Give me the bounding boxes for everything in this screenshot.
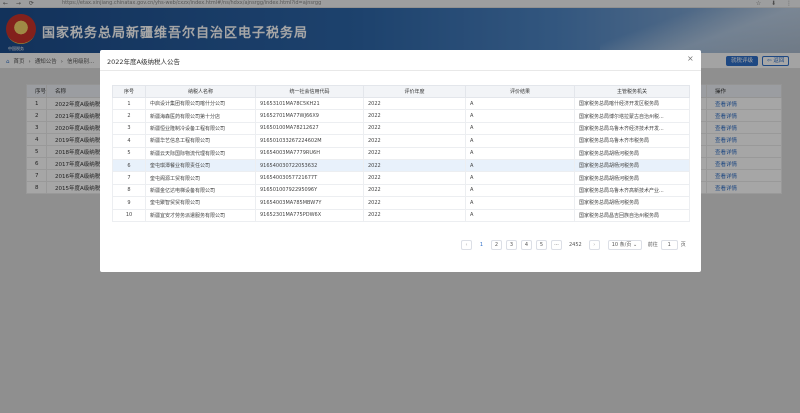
cell-index: 10	[112, 208, 146, 222]
cell-credit-code: 91652701MA77WJ66X9	[255, 109, 364, 123]
col-header-taxpayer-name: 纳税人名称	[145, 85, 256, 98]
col-header-result: 评价结果	[465, 85, 575, 98]
cell-result: A	[465, 171, 575, 185]
next-page-button[interactable]: ›	[588, 239, 600, 250]
cell-authority: 国家税务总局乌鲁木齐市税务局	[574, 134, 690, 148]
cell-credit-code: 91654003MA7779RU6H	[255, 146, 364, 160]
cell-taxpayer-name: 中启设计集团有限公司喀什分公司	[145, 96, 256, 111]
page-size-select[interactable]: 10 条/页 ⌄	[607, 239, 642, 250]
cell-authority: 国家税务总局胡杨河税务局	[574, 196, 690, 210]
cell-credit-code: 91654003057721677T	[255, 171, 364, 185]
cell-result: A	[465, 109, 575, 123]
col-header-year: 评价年度	[363, 85, 466, 98]
cell-year: 2022	[363, 208, 466, 222]
cell-year: 2022	[363, 134, 466, 148]
cell-result: A	[465, 134, 575, 148]
cell-year: 2022	[363, 109, 466, 123]
cell-authority: 国家税务总局乌鲁木齐高新技术产业...	[574, 183, 690, 198]
page-button-5[interactable]: 5	[536, 239, 547, 250]
cell-index: 6	[112, 158, 146, 173]
cell-index: 8	[112, 183, 146, 198]
cell-year: 2022	[363, 121, 466, 136]
table-row[interactable]: 3 新疆恒业隆制冷设备工程有限公司 91650100MA78212627 2022 A 国…	[112, 121, 690, 136]
cell-result: A	[465, 146, 575, 160]
table-row[interactable]: 4 新疆华艺信息工程有限公司 916501033267224602M 2022 A 国家税…	[112, 134, 690, 148]
cell-year: 2022	[363, 196, 466, 210]
page-button-1[interactable]: 1	[476, 239, 487, 250]
cell-taxpayer-name: 新疆宜安才劳务派遣服务有限公司	[145, 208, 256, 222]
col-header-credit-code: 统一社会信用代码	[255, 85, 364, 98]
cell-taxpayer-name: 奎屯琪潭餐业有限责任公司	[145, 158, 256, 173]
table-row[interactable]: 10 新疆宜安才劳务派遣服务有限公司 91652301MA775PDW6X 2022 A…	[112, 208, 690, 222]
announcement-modal: 2022年度A级纳税人公告 × 序号 纳税人名称 统一社会信用代码 评价年度 评…	[100, 50, 701, 272]
cell-authority: 国家税务总局胡杨河税务局	[574, 146, 690, 160]
cell-year: 2022	[363, 158, 466, 173]
table-row[interactable]: 2 新疆海森医药有限公司第十分店 91652701MA77WJ66X9 2022 A 国家…	[112, 109, 690, 123]
table-row[interactable]: 5 新疆云天际国际物流代理有限公司 91654003MA7779RU6H 2022 A 国…	[112, 146, 690, 160]
cell-year: 2022	[363, 183, 466, 198]
cell-credit-code: 916501033267224602M	[255, 134, 364, 148]
cell-result: A	[465, 208, 575, 222]
cell-authority: 国家税务总局博尔塔拉蒙古自治州税...	[574, 109, 690, 123]
cell-year: 2022	[363, 96, 466, 111]
more-pages-button[interactable]: ···	[551, 239, 562, 250]
cell-taxpayer-name: 奎屯阁源工贸有限公司	[145, 171, 256, 185]
cell-authority: 国家税务总局昌吉回族自治州税务局	[574, 208, 690, 222]
page-button-2[interactable]: 2	[491, 239, 502, 250]
col-header-index: 序号	[112, 85, 146, 98]
close-icon[interactable]: ×	[687, 55, 694, 63]
col-header-authority: 主管税务机关	[574, 85, 690, 98]
table-row[interactable]: 7 奎屯阁源工贸有限公司 91654003057721677T 2022 A 国家税务总局…	[112, 171, 690, 185]
table-row[interactable]: 6 奎屯琪潭餐业有限责任公司 916540030722053632 2022 A 国家税务…	[112, 158, 690, 173]
page-jump-input[interactable]: 1	[660, 239, 678, 250]
cell-result: A	[465, 158, 575, 173]
cell-result: A	[465, 121, 575, 136]
cell-taxpayer-name: 奎屯聚智贸贸有限公司	[145, 196, 256, 210]
cell-year: 2022	[363, 146, 466, 160]
cell-credit-code: 916540030722053632	[255, 158, 364, 173]
table-row[interactable]: 9 奎屯聚智贸贸有限公司 91654003MA785MBW7Y 2022 A 国家税务总局…	[112, 196, 690, 210]
jump-label: 前往	[647, 242, 658, 248]
page-button-last[interactable]: 2452	[566, 239, 585, 250]
cell-taxpayer-name: 新疆华艺信息工程有限公司	[145, 134, 256, 148]
cell-taxpayer-name: 新疆云天际国际物流代理有限公司	[145, 146, 256, 160]
cell-result: A	[465, 183, 575, 198]
cell-authority: 国家税务总局乌鲁木齐经济技术开发...	[574, 121, 690, 136]
cell-taxpayer-name: 新疆金亿达电梯设备有限公司	[145, 183, 256, 198]
cell-taxpayer-name: 新疆海森医药有限公司第十分店	[145, 109, 256, 123]
cell-index: 5	[112, 146, 146, 160]
table-row[interactable]: 8 新疆金亿达电梯设备有限公司 91650100792295096Y 2022 A 国家税…	[112, 183, 690, 198]
modal-title: 2022年度A级纳税人公告	[107, 58, 180, 66]
cell-index: 4	[112, 134, 146, 148]
page-button-3[interactable]: 3	[506, 239, 517, 250]
table-row[interactable]: 1 中启设计集团有限公司喀什分公司 91653101MA78C5KH21 2022 A 国…	[112, 96, 690, 111]
jump-suffix: 页	[680, 242, 686, 248]
cell-credit-code: 91650100792295096Y	[255, 183, 364, 198]
taxpayer-table: 序号 纳税人名称 统一社会信用代码 评价年度 评价结果 主管税务机关 1 中启设计…	[112, 85, 690, 222]
cell-credit-code: 91650100MA78212627	[255, 121, 364, 136]
cell-credit-code: 91654003MA785MBW7Y	[255, 196, 364, 210]
cell-credit-code: 91653101MA78C5KH21	[255, 96, 364, 111]
cell-index: 3	[112, 121, 146, 136]
prev-page-button[interactable]: ‹	[461, 239, 472, 250]
cell-index: 7	[112, 171, 146, 185]
cell-result: A	[465, 196, 575, 210]
cell-result: A	[465, 96, 575, 111]
modal-divider	[100, 70, 701, 71]
pagination: ‹ 1 2 3 4 5 ··· 2452 › 10 条/页 ⌄ 前往 1 页	[461, 239, 686, 250]
cell-taxpayer-name: 新疆恒业隆制冷设备工程有限公司	[145, 121, 256, 136]
cell-index: 9	[112, 196, 146, 210]
cell-index: 1	[112, 96, 146, 111]
cell-index: 2	[112, 109, 146, 123]
cell-year: 2022	[363, 171, 466, 185]
page-button-4[interactable]: 4	[521, 239, 532, 250]
cell-credit-code: 91652301MA775PDW6X	[255, 208, 364, 222]
cell-authority: 国家税务总局喀什经济开发区税务局	[574, 96, 690, 111]
cell-authority: 国家税务总局胡杨河税务局	[574, 158, 690, 173]
cell-authority: 国家税务总局胡杨河税务局	[574, 171, 690, 185]
